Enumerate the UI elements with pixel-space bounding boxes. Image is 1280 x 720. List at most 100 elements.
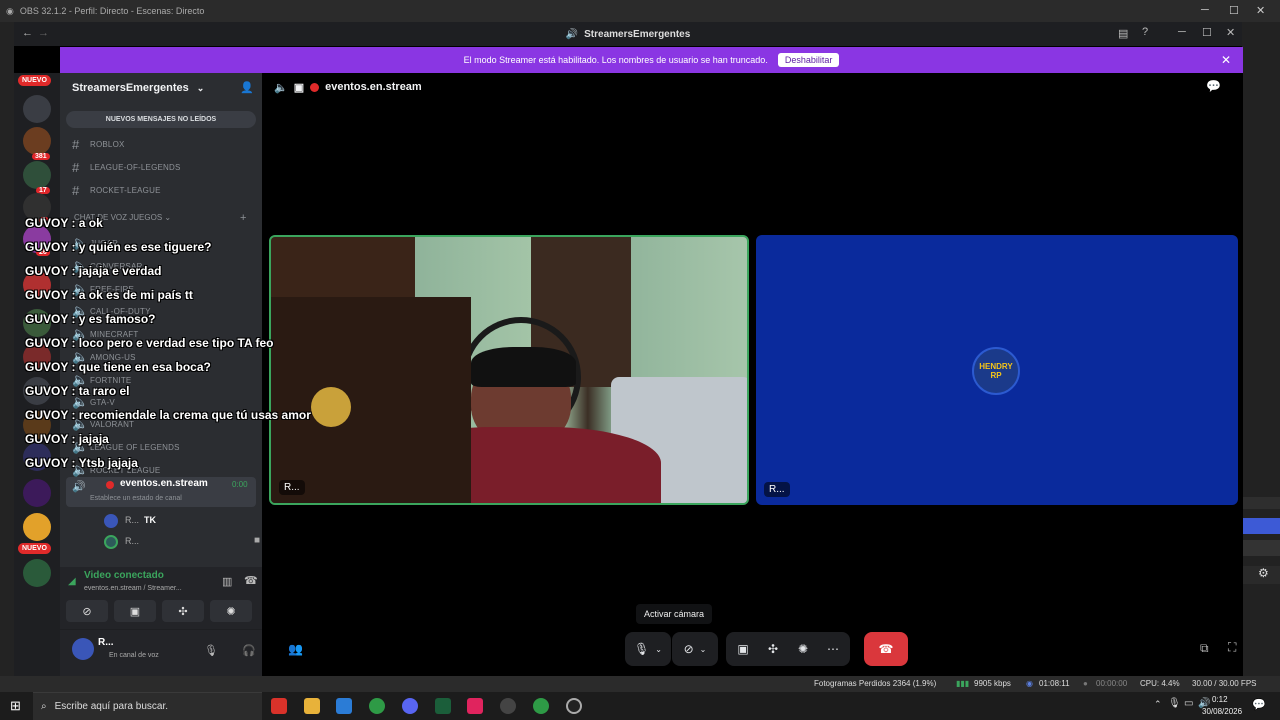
- screen-share-icon[interactable]: ▣: [728, 642, 758, 656]
- chat-separator: :: [68, 360, 79, 374]
- store-icon[interactable]: [336, 698, 352, 714]
- app-icon[interactable]: [271, 698, 287, 714]
- headphones-icon[interactable]: 🎧: [242, 644, 256, 657]
- text-channel[interactable]: # ROCKET-LEAGUE: [72, 183, 161, 198]
- soundboard-icon[interactable]: ✺: [788, 642, 818, 656]
- tray-chevron-icon[interactable]: ⌃: [1154, 699, 1162, 710]
- help-icon[interactable]: ?: [1142, 26, 1148, 38]
- dropped-frames: Fotogramas Perdidos 2364 (1.9%): [814, 679, 937, 688]
- discord-icon[interactable]: [402, 698, 418, 714]
- unread-messages-button[interactable]: NUEVOS MENSAJES NO LEÍDOS: [66, 111, 256, 128]
- disable-streamer-button[interactable]: Deshabilitar: [777, 53, 840, 67]
- chrome-icon[interactable]: [533, 698, 549, 714]
- user-name: R...: [98, 637, 114, 648]
- obs-icon[interactable]: [566, 698, 582, 714]
- fullscreen-icon[interactable]: ⛶: [1228, 640, 1236, 655]
- add-channel-icon[interactable]: +: [240, 212, 246, 224]
- screen-share-icon: ▣: [129, 605, 141, 618]
- channel-status-hint[interactable]: Establece un estado de canal: [90, 495, 182, 502]
- clock-date[interactable]: 30/08/2026: [1202, 707, 1242, 716]
- participant-name: R...: [125, 515, 140, 525]
- soundboard-icon[interactable]: ▥: [222, 575, 232, 588]
- maximize-icon[interactable]: ☐: [1229, 4, 1239, 17]
- participant-row[interactable]: R... ■: [90, 534, 260, 550]
- microphone-icon[interactable]: 🎙: [1168, 698, 1181, 709]
- back-arrow-icon[interactable]: ←: [22, 27, 33, 39]
- avatar-video-tile[interactable]: HENDRY RP R...: [756, 235, 1238, 505]
- server-icon[interactable]: [23, 127, 51, 155]
- camera-toggle-button[interactable]: ⊘: [66, 600, 108, 622]
- server-icon[interactable]: [23, 161, 51, 189]
- camera-off-icon: ⊘: [683, 642, 694, 656]
- taskbar-search[interactable]: ⌕ Escribe aquí para buscar.: [33, 692, 262, 720]
- close-icon[interactable]: ✕: [1256, 4, 1265, 17]
- obs-right-row: [1242, 497, 1280, 509]
- close-icon[interactable]: ✕: [1226, 26, 1235, 39]
- minimize-icon[interactable]: ─: [1201, 4, 1209, 16]
- avatar[interactable]: [72, 638, 94, 660]
- obs-window-title: OBS 32.1.2 - Perfil: Directo - Escenas: …: [19, 6, 205, 16]
- chat-bubble-icon[interactable]: 💬: [1206, 79, 1221, 93]
- server-icon[interactable]: [23, 513, 51, 541]
- inbox-icon[interactable]: ▤: [1118, 27, 1128, 40]
- text-channel[interactable]: # LEAGUE-OF-LEGENDS: [72, 160, 181, 175]
- network-icon[interactable]: ▭: [1184, 698, 1193, 709]
- obs-right-panel: ⚙: [1242, 22, 1280, 676]
- voice-timer: 0:00: [232, 480, 248, 489]
- user-panel: R... En canal de voz 🎙 🎧 ⚙: [60, 629, 289, 676]
- chat-nick: GUVOY: [25, 432, 69, 446]
- obs-right-row[interactable]: [1242, 540, 1280, 556]
- add-user-icon[interactable]: 👤: [240, 81, 254, 94]
- server-header[interactable]: StreamersEmergentes ⌄ 👤: [60, 73, 262, 103]
- active-voice-channel[interactable]: 🔊 eventos.en.stream 0:00 Establece un es…: [66, 477, 256, 507]
- more-options-icon[interactable]: ⋯: [818, 642, 848, 656]
- microphone-icon[interactable]: 🎙: [204, 644, 218, 657]
- app-icon[interactable]: [435, 698, 451, 714]
- soundboard-icon: ✺: [226, 605, 236, 618]
- cap-shape: [471, 347, 576, 387]
- activities-button[interactable]: ✣: [162, 600, 204, 622]
- text-channel[interactable]: # ROBLOX: [72, 137, 125, 152]
- speaker-icon: 🔊: [72, 481, 86, 493]
- popout-icon[interactable]: ⧉: [1200, 641, 1209, 656]
- tile-username-label: R...: [279, 480, 305, 495]
- soundboard-button[interactable]: ✺: [210, 600, 252, 622]
- hang-up-button[interactable]: ☎: [864, 632, 908, 666]
- settings-gear-icon[interactable]: [500, 698, 516, 714]
- gear-icon[interactable]: ⚙: [1258, 566, 1269, 580]
- server-icon[interactable]: [23, 479, 51, 507]
- toy-shape: [311, 387, 351, 427]
- webcam-video-tile[interactable]: R...: [269, 235, 749, 505]
- user-status: En canal de voz: [109, 652, 159, 659]
- activities-icon[interactable]: ✣: [758, 642, 788, 656]
- voice-location[interactable]: eventos.en.stream / Streamer...: [84, 585, 182, 592]
- chat-separator: :: [68, 240, 79, 254]
- windows-start-icon[interactable]: ⊞: [10, 698, 21, 714]
- server-icon[interactable]: [23, 95, 51, 123]
- clock-time[interactable]: 0:12: [1212, 695, 1228, 704]
- video-connected-status[interactable]: Video conectado: [84, 570, 164, 581]
- microphone-button[interactable]: 🎙 ⌄: [625, 632, 671, 666]
- camera-button[interactable]: ⊘ ⌄: [672, 632, 718, 666]
- tiktok-icon[interactable]: [467, 698, 483, 714]
- server-icon[interactable]: [23, 559, 51, 587]
- invite-user-icon[interactable]: 👥: [288, 642, 303, 656]
- close-banner-icon[interactable]: ✕: [1221, 53, 1231, 67]
- maximize-icon[interactable]: ☐: [1202, 26, 1212, 39]
- user-avatar: HENDRY RP: [972, 347, 1020, 395]
- screen-share-button[interactable]: ▣: [114, 600, 156, 622]
- chrome-icon[interactable]: [369, 698, 385, 714]
- notifications-icon[interactable]: 💬: [1252, 698, 1266, 711]
- obs-right-selected[interactable]: [1242, 518, 1280, 534]
- stage-channel-name: eventos.en.stream: [325, 81, 422, 93]
- disconnect-icon[interactable]: ☎: [244, 574, 258, 587]
- call-controls: 👥 🎙 ⌄ ⊘ ⌄ ▣ ✣ ✺ ⋯ ☎ ⧉ ⛶: [262, 628, 1243, 668]
- channel-emoji-icon: ▣: [293, 81, 305, 94]
- minimize-icon[interactable]: ─: [1178, 26, 1186, 38]
- live-dot-icon: [106, 481, 114, 489]
- new-badge: NUEVO: [18, 543, 51, 554]
- forward-arrow-icon[interactable]: →: [38, 27, 49, 39]
- chat-separator: :: [68, 264, 79, 278]
- participant-row[interactable]: R... TK: [90, 513, 240, 529]
- file-explorer-icon[interactable]: [304, 698, 320, 714]
